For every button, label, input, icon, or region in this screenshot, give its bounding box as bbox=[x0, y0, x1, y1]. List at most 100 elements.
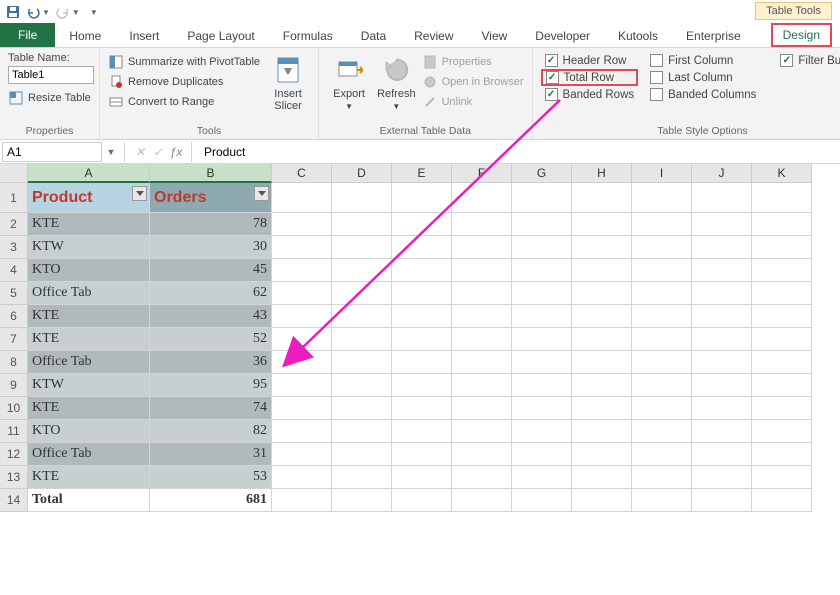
cell[interactable] bbox=[332, 489, 392, 512]
cell[interactable] bbox=[272, 236, 332, 259]
row-header[interactable]: 1 bbox=[0, 183, 28, 213]
cell[interactable] bbox=[632, 282, 692, 305]
cell[interactable] bbox=[572, 183, 632, 213]
tab-page-layout[interactable]: Page Layout bbox=[173, 25, 268, 47]
cell[interactable]: KTE bbox=[28, 305, 150, 328]
cell[interactable]: KTW bbox=[28, 236, 150, 259]
cell[interactable] bbox=[572, 374, 632, 397]
cell[interactable] bbox=[512, 236, 572, 259]
row-header[interactable]: 11 bbox=[0, 420, 28, 443]
cell[interactable] bbox=[392, 351, 452, 374]
cell[interactable] bbox=[332, 466, 392, 489]
table-name-input[interactable] bbox=[8, 66, 94, 84]
cell[interactable] bbox=[512, 466, 572, 489]
cell[interactable] bbox=[692, 374, 752, 397]
tab-review[interactable]: Review bbox=[400, 25, 467, 47]
cell[interactable] bbox=[332, 305, 392, 328]
cell[interactable] bbox=[752, 351, 812, 374]
cell[interactable] bbox=[392, 397, 452, 420]
cell[interactable] bbox=[512, 397, 572, 420]
row-header[interactable]: 6 bbox=[0, 305, 28, 328]
row-header[interactable]: 9 bbox=[0, 374, 28, 397]
tab-developer[interactable]: Developer bbox=[521, 25, 604, 47]
cell[interactable] bbox=[272, 282, 332, 305]
cell[interactable] bbox=[512, 374, 572, 397]
cell[interactable] bbox=[272, 374, 332, 397]
header-row-checkbox[interactable]: Header Row bbox=[541, 52, 639, 69]
cell[interactable]: 74 bbox=[150, 397, 272, 420]
name-box-dropdown-icon[interactable]: ▼ bbox=[104, 147, 118, 157]
cell[interactable]: Orders bbox=[150, 183, 272, 213]
cell[interactable] bbox=[392, 305, 452, 328]
column-header-k[interactable]: K bbox=[752, 164, 812, 183]
refresh-button[interactable]: Refresh ▼ bbox=[371, 52, 422, 114]
cell[interactable]: KTO bbox=[28, 259, 150, 282]
tab-design[interactable]: Design bbox=[771, 23, 832, 47]
cell[interactable] bbox=[452, 328, 512, 351]
cell[interactable] bbox=[392, 489, 452, 512]
column-header-a[interactable]: A bbox=[28, 164, 150, 183]
row-header[interactable]: 3 bbox=[0, 236, 28, 259]
filter-dropdown-icon[interactable] bbox=[132, 186, 147, 201]
resize-table-button[interactable]: Resize Table bbox=[8, 88, 91, 108]
cell[interactable] bbox=[512, 183, 572, 213]
enter-icon[interactable]: ✓ bbox=[149, 145, 167, 159]
tab-kutools[interactable]: Kutools bbox=[604, 25, 672, 47]
cell[interactable] bbox=[272, 328, 332, 351]
cell[interactable]: 62 bbox=[150, 282, 272, 305]
cell[interactable] bbox=[572, 259, 632, 282]
cell[interactable]: 31 bbox=[150, 443, 272, 466]
redo-dropdown-icon[interactable]: ▼ bbox=[72, 8, 80, 17]
cell[interactable] bbox=[752, 282, 812, 305]
cell[interactable]: Office Tab bbox=[28, 351, 150, 374]
column-header-e[interactable]: E bbox=[392, 164, 452, 183]
cell[interactable] bbox=[752, 328, 812, 351]
cell[interactable] bbox=[572, 213, 632, 236]
row-header[interactable]: 2 bbox=[0, 213, 28, 236]
cell[interactable] bbox=[332, 397, 392, 420]
cell[interactable] bbox=[632, 236, 692, 259]
cell[interactable] bbox=[752, 213, 812, 236]
cell[interactable] bbox=[572, 351, 632, 374]
tab-home[interactable]: Home bbox=[55, 25, 115, 47]
cell[interactable]: KTO bbox=[28, 420, 150, 443]
cell[interactable]: 78 bbox=[150, 213, 272, 236]
cell[interactable] bbox=[692, 489, 752, 512]
cell[interactable] bbox=[392, 213, 452, 236]
cell[interactable] bbox=[512, 328, 572, 351]
cell[interactable] bbox=[752, 443, 812, 466]
cell[interactable] bbox=[452, 183, 512, 213]
cell[interactable] bbox=[752, 466, 812, 489]
first-column-checkbox[interactable]: First Column bbox=[646, 52, 760, 69]
cell[interactable] bbox=[752, 374, 812, 397]
cell[interactable] bbox=[452, 282, 512, 305]
tab-enterprise[interactable]: Enterprise bbox=[672, 25, 755, 47]
cell[interactable] bbox=[452, 213, 512, 236]
row-header[interactable]: 10 bbox=[0, 397, 28, 420]
cell[interactable] bbox=[452, 420, 512, 443]
cell[interactable] bbox=[452, 489, 512, 512]
row-header[interactable]: 14 bbox=[0, 489, 28, 512]
cell[interactable] bbox=[332, 282, 392, 305]
cell[interactable] bbox=[512, 443, 572, 466]
cell[interactable] bbox=[452, 374, 512, 397]
cell[interactable] bbox=[332, 259, 392, 282]
banded-rows-checkbox[interactable]: Banded Rows bbox=[541, 86, 639, 103]
select-all-corner[interactable] bbox=[0, 164, 28, 183]
cell[interactable] bbox=[572, 489, 632, 512]
cell[interactable] bbox=[392, 183, 452, 213]
cell[interactable] bbox=[632, 374, 692, 397]
redo-icon[interactable] bbox=[54, 3, 72, 21]
cell[interactable]: 36 bbox=[150, 351, 272, 374]
cell[interactable] bbox=[272, 213, 332, 236]
save-icon[interactable] bbox=[4, 3, 22, 21]
cell[interactable] bbox=[692, 443, 752, 466]
cell[interactable]: Total bbox=[28, 489, 150, 512]
cell[interactable] bbox=[632, 183, 692, 213]
formula-input[interactable] bbox=[198, 145, 840, 159]
cell[interactable]: 30 bbox=[150, 236, 272, 259]
row-header[interactable]: 13 bbox=[0, 466, 28, 489]
cell[interactable] bbox=[272, 183, 332, 213]
cell[interactable] bbox=[632, 420, 692, 443]
cell[interactable] bbox=[452, 397, 512, 420]
